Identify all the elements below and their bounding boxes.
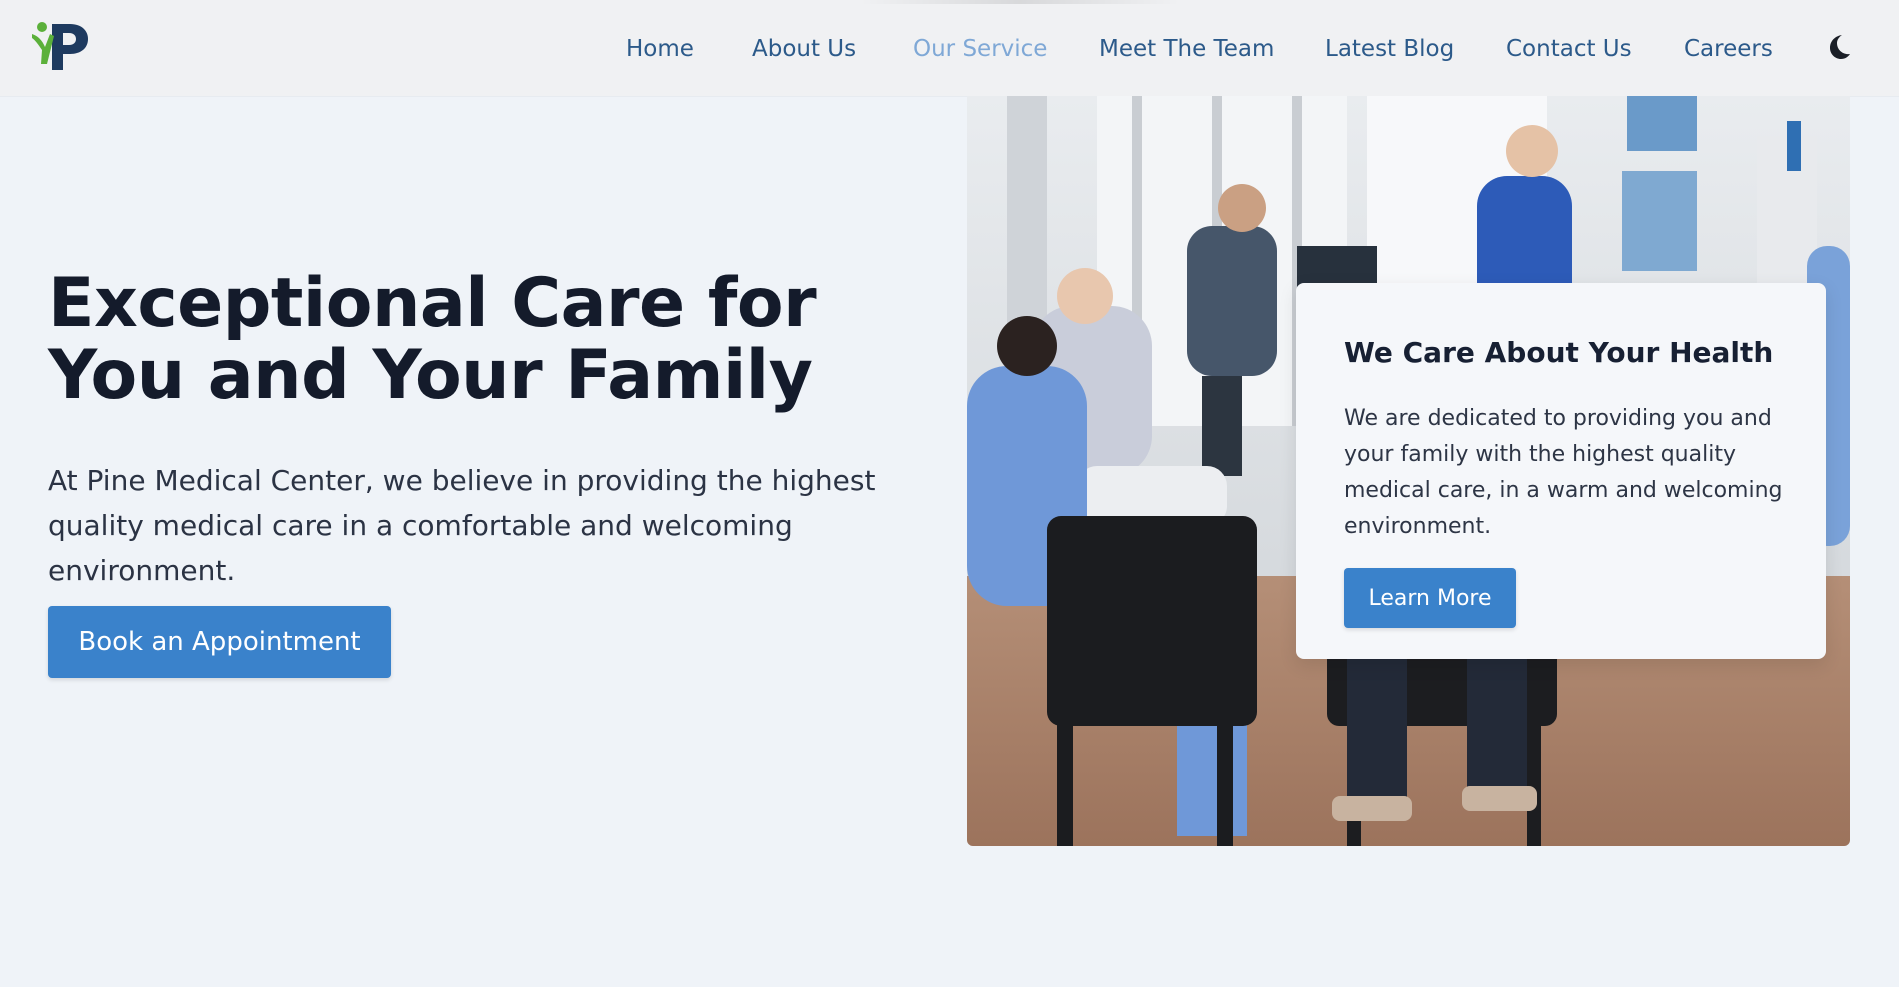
hero-description: At Pine Medical Center, we believe in pr…	[48, 464, 876, 587]
nav-careers[interactable]: Careers	[1684, 34, 1773, 64]
health-info-card: We Care About Your Health We are dedicat…	[1296, 283, 1826, 659]
hero-title-line-2: You and Your Family	[48, 336, 813, 415]
theme-toggle-button[interactable]	[1823, 32, 1853, 62]
nav-latest-blog[interactable]: Latest Blog	[1325, 34, 1454, 64]
header-highlight	[860, 0, 1180, 4]
nav-our-service[interactable]: Our Service	[913, 34, 1047, 64]
nav-contact-us[interactable]: Contact Us	[1506, 34, 1632, 64]
site-header: Home About Us Our Service Meet The Team …	[0, 0, 1899, 96]
hero-title-line-1: Exceptional Care for	[48, 264, 817, 343]
learn-more-button[interactable]: Learn More	[1344, 568, 1516, 628]
pine-medical-logo-icon	[32, 22, 88, 70]
nav-about-us[interactable]: About Us	[752, 34, 856, 64]
card-text: We are dedicated to providing you and yo…	[1344, 406, 1783, 539]
nav-home[interactable]: Home	[626, 34, 694, 64]
card-title: We Care About Your Health	[1344, 336, 1774, 369]
book-appointment-button[interactable]: Book an Appointment	[48, 606, 391, 678]
nav-meet-the-team[interactable]: Meet The Team	[1099, 34, 1274, 64]
logo[interactable]	[30, 20, 92, 74]
hero-title: Exceptional Care for You and Your Family	[48, 268, 928, 412]
moon-icon	[1830, 35, 1850, 59]
